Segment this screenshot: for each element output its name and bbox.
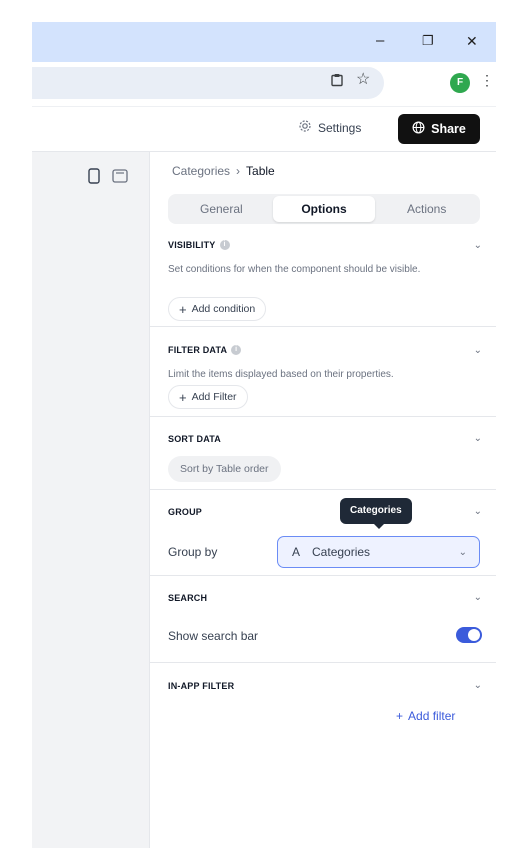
tab-options[interactable]: Options <box>272 196 376 222</box>
globe-icon <box>412 121 425 137</box>
visibility-description: Set conditions for when the component sh… <box>168 264 421 275</box>
add-condition-label: Add condition <box>191 303 256 315</box>
add-condition-button[interactable]: + Add condition <box>168 297 267 321</box>
add-in-app-filter-link[interactable]: + Add filter <box>396 709 455 723</box>
filter-data-section: FILTER DATA i ⌄ Limit the items displaye… <box>150 327 496 417</box>
settings-label: Settings <box>318 120 362 135</box>
settings-button[interactable]: Settings <box>298 119 361 136</box>
plus-icon: + <box>179 389 187 405</box>
properties-panel: Categories › Table General Options Actio… <box>150 152 496 848</box>
add-filter-label: Add Filter <box>191 391 237 403</box>
panel-tabs: General Options Actions <box>168 194 480 224</box>
chevron-down-icon[interactable]: ⌄ <box>474 680 482 691</box>
show-search-bar-label: Show search bar <box>168 629 259 643</box>
bookmark-star-icon[interactable]: ☆ <box>356 71 370 89</box>
text-type-icon: A <box>292 545 301 559</box>
visibility-title-text: VISIBILITY <box>168 240 216 250</box>
search-bar-toggle[interactable] <box>456 627 482 643</box>
browser-addressbar: ☆ F ⋮ <box>32 62 496 106</box>
group-by-value: Categories <box>312 545 371 559</box>
browser-titlebar: – ❐ ✕ <box>32 22 496 62</box>
add-in-app-filter-label: Add filter <box>408 709 456 723</box>
mobile-device-icon[interactable] <box>88 168 100 189</box>
profile-avatar[interactable]: F <box>450 73 470 93</box>
clipboard-icon[interactable] <box>330 73 344 91</box>
chevron-down-icon: ⌄ <box>458 546 467 558</box>
canvas-area[interactable] <box>32 152 150 848</box>
toggle-knob <box>468 629 480 641</box>
add-filter-button[interactable]: + Add Filter <box>168 385 248 409</box>
app-toolbar: Settings Share <box>32 106 496 152</box>
breadcrumb-separator-icon: › <box>236 164 241 178</box>
group-by-select[interactable]: A Categories ⌄ <box>277 536 480 568</box>
tooltip: Categories <box>340 498 412 529</box>
filter-data-title: FILTER DATA i <box>168 345 242 355</box>
info-icon[interactable]: i <box>231 345 242 355</box>
breadcrumb-current: Table <box>246 164 275 178</box>
close-button[interactable]: ✕ <box>466 32 478 50</box>
chevron-down-icon[interactable]: ⌄ <box>474 240 482 251</box>
browser-menu-icon[interactable]: ⋮ <box>480 72 494 89</box>
filter-data-title-text: FILTER DATA <box>168 345 228 355</box>
plus-icon: + <box>396 709 404 723</box>
url-field[interactable]: ☆ <box>32 67 384 99</box>
sort-by-button[interactable]: Sort by Table order <box>168 456 281 482</box>
share-label: Share <box>431 122 466 136</box>
filter-data-description: Limit the items displayed based on their… <box>168 369 394 380</box>
restore-button[interactable]: ❐ <box>422 32 434 50</box>
tab-actions[interactable]: Actions <box>375 196 478 222</box>
group-by-label: Group by <box>168 545 218 559</box>
gear-icon <box>298 119 312 136</box>
chevron-down-icon[interactable]: ⌄ <box>474 433 482 444</box>
breadcrumb-parent[interactable]: Categories <box>172 164 230 178</box>
in-app-filter-title: IN-APP FILTER <box>168 681 235 691</box>
plus-icon: + <box>179 301 187 317</box>
search-title: SEARCH <box>168 593 208 603</box>
chevron-down-icon[interactable]: ⌄ <box>474 506 482 517</box>
group-title: GROUP <box>168 507 203 517</box>
tablet-device-icon[interactable] <box>112 169 128 188</box>
tab-general[interactable]: General <box>170 196 273 222</box>
minimize-button[interactable]: – <box>376 32 384 50</box>
chevron-down-icon[interactable]: ⌄ <box>474 592 482 603</box>
breadcrumb: Categories › Table <box>172 164 275 178</box>
visibility-section: VISIBILITY i ⌄ Set conditions for when t… <box>150 232 496 327</box>
sort-data-section: SORT DATA ⌄ Sort by Table order <box>150 417 496 490</box>
share-button[interactable]: Share <box>398 114 480 144</box>
visibility-title: VISIBILITY i <box>168 240 230 250</box>
chevron-down-icon[interactable]: ⌄ <box>474 345 482 356</box>
sort-data-title: SORT DATA <box>168 434 221 444</box>
search-section: SEARCH ⌄ <box>150 576 496 663</box>
info-icon[interactable]: i <box>219 240 230 250</box>
